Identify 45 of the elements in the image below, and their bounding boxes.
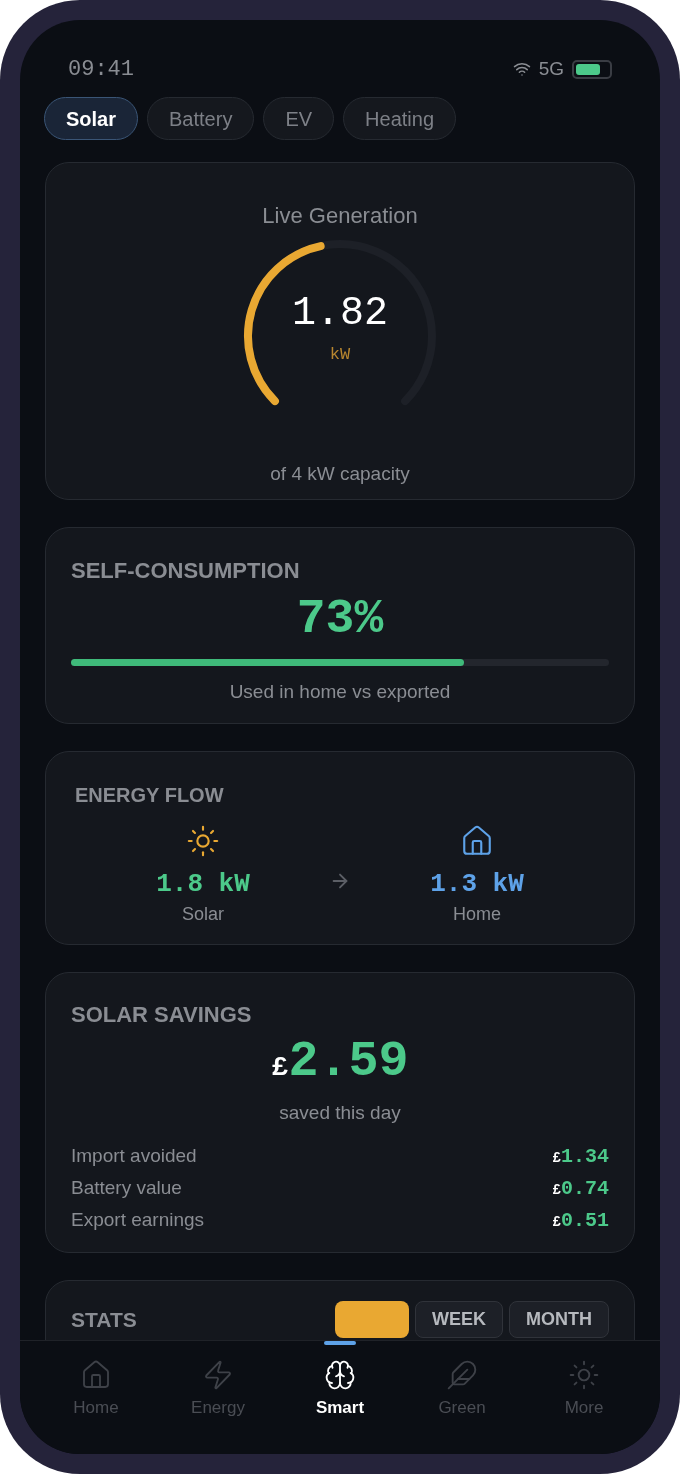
generation-value: 1.82 xyxy=(292,294,388,335)
period-button[interactable]: MONTH xyxy=(509,1301,609,1338)
category-tab[interactable]: EV xyxy=(263,97,335,140)
wifi-icon xyxy=(512,60,531,78)
generation-unit: kW xyxy=(329,344,351,367)
sun-icon xyxy=(186,824,220,858)
savings-item-value: £0.51 xyxy=(552,1207,609,1234)
period-button[interactable]: WEEK xyxy=(415,1301,503,1338)
card-title: ENERGY FLOW xyxy=(75,783,225,808)
savings-item-value: £1.34 xyxy=(552,1143,609,1170)
battery-icon xyxy=(572,59,612,79)
brain-icon xyxy=(324,1359,356,1391)
nav-tab[interactable]: Smart xyxy=(290,1341,390,1454)
sun-icon xyxy=(568,1359,600,1391)
card-title: SELF-CONSUMPTION xyxy=(71,557,301,585)
home-icon xyxy=(80,1359,112,1391)
category-tab[interactable]: Battery xyxy=(147,97,255,140)
flow-value: 1.8 kW xyxy=(156,868,250,901)
card-title: STATS xyxy=(71,1306,137,1333)
flow-label: Solar xyxy=(182,902,224,926)
card-title: SOLAR SAVINGS xyxy=(71,1001,253,1029)
nav-tab[interactable]: Energy xyxy=(168,1341,268,1454)
nav-tab[interactable]: Home xyxy=(46,1341,146,1454)
savings-item-label: Import avoided xyxy=(71,1144,197,1169)
home-icon xyxy=(460,824,494,858)
capacity-caption: of 4 kW capacity xyxy=(270,462,410,486)
self-consumption-value: 73% xyxy=(296,595,384,643)
savings-item-label: Battery value xyxy=(71,1176,182,1201)
savings-item-value: £0.74 xyxy=(552,1175,609,1202)
card-title: Live Generation xyxy=(262,202,418,230)
nav-tab[interactable]: Green xyxy=(412,1341,512,1454)
savings-caption: saved this day xyxy=(279,1101,401,1125)
category-tab[interactable]: Heating xyxy=(343,97,456,140)
status-time: 09:41 xyxy=(68,55,134,84)
self-consumption-caption: Used in home vs exported xyxy=(229,680,451,704)
savings-amount: £2.59 xyxy=(271,1037,409,1087)
flow-label: Home xyxy=(453,902,501,926)
flow-value: 1.3 kW xyxy=(430,868,524,901)
lightning-icon xyxy=(202,1359,234,1391)
savings-item-label: Export earnings xyxy=(71,1208,205,1233)
category-tab[interactable]: Solar xyxy=(44,97,139,140)
network-label: 5G xyxy=(538,56,564,81)
nav-tab[interactable]: More xyxy=(534,1341,634,1454)
period-button[interactable] xyxy=(335,1301,409,1338)
feather-icon xyxy=(446,1359,478,1391)
